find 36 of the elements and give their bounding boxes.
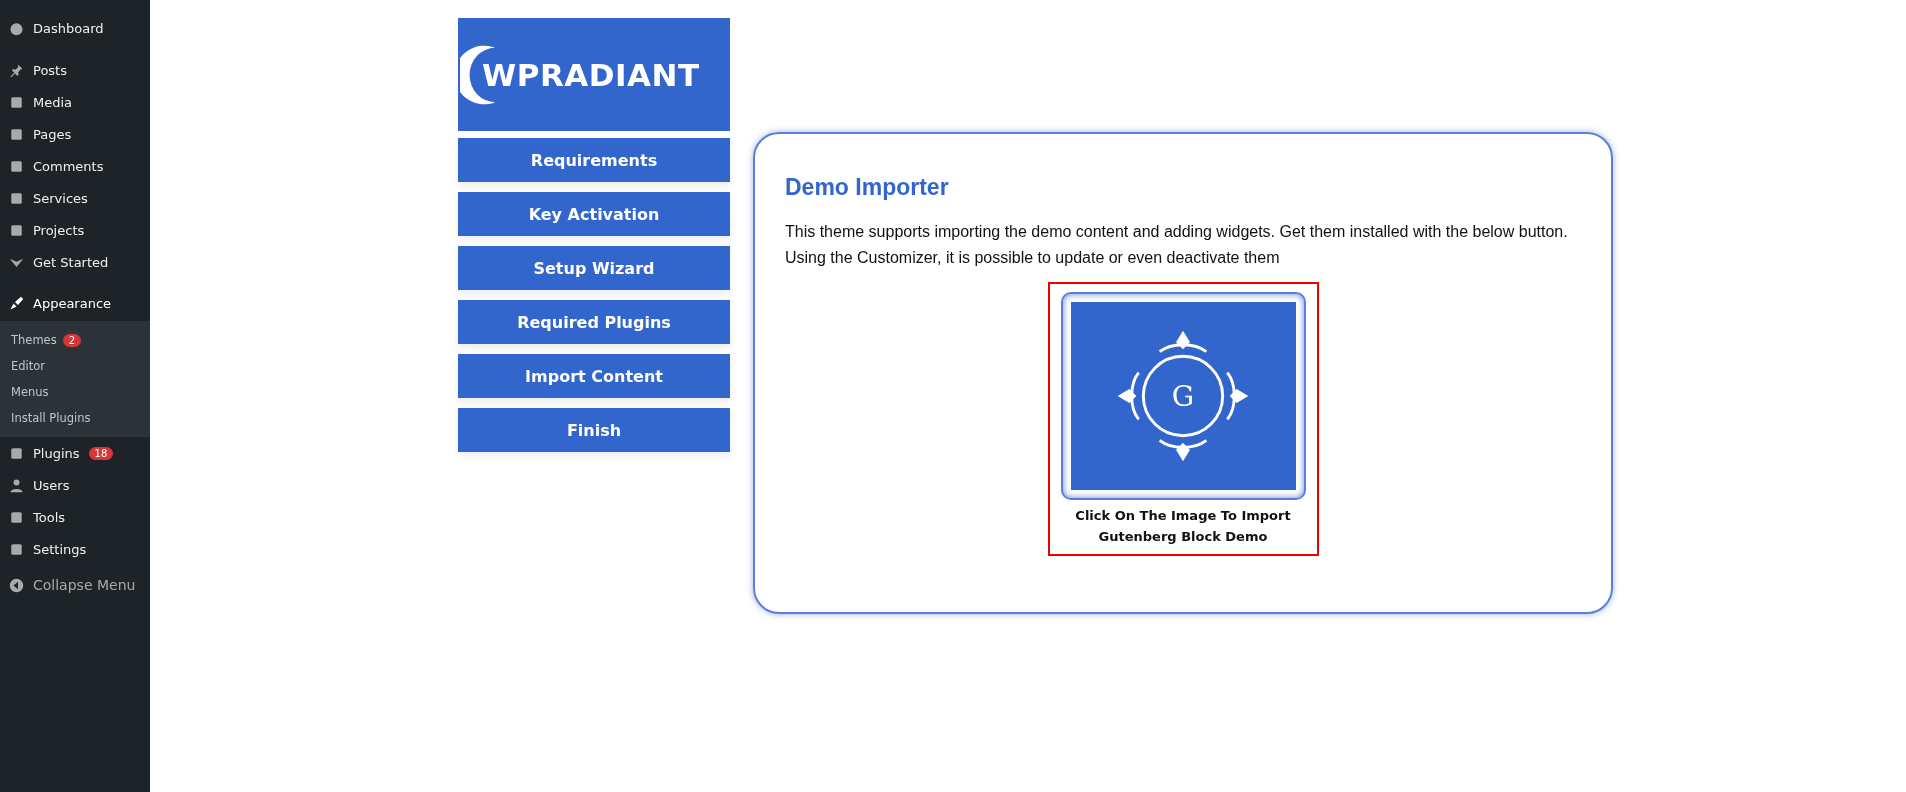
menu-item[interactable]: Tools bbox=[0, 501, 150, 533]
collapse-menu-button[interactable]: Collapse Menu bbox=[0, 569, 150, 601]
step-button[interactable]: Setup Wizard bbox=[458, 246, 730, 290]
submenu-item[interactable]: Themes 2 bbox=[0, 327, 150, 353]
count-badge: 18 bbox=[88, 446, 114, 460]
monogram-letter: G bbox=[1171, 379, 1195, 413]
step-button[interactable]: Import Content bbox=[458, 354, 730, 398]
count-badge: 2 bbox=[62, 333, 82, 347]
demo-caption: Click On The Image To Import Gutenberg Block Demo bbox=[1074, 507, 1292, 546]
menu-item[interactable]: Pages bbox=[0, 118, 150, 150]
demo-import-option[interactable]: G Click On The Image To Import Gutenberg Block Demo bbox=[1047, 282, 1319, 556]
menu-item[interactable]: Media bbox=[0, 86, 150, 118]
step-button[interactable]: Required Plugins bbox=[458, 300, 730, 344]
submenu-item[interactable]: Menus bbox=[0, 379, 150, 405]
submenu-item[interactable]: Install Plugins bbox=[0, 405, 150, 431]
demo-image-frame[interactable]: G bbox=[1060, 292, 1306, 501]
menu-item[interactable]: Dashboard bbox=[0, 12, 150, 44]
menu-item[interactable]: Settings bbox=[0, 533, 150, 565]
paintbrush-icon bbox=[9, 295, 24, 311]
menu-item[interactable]: Appearance bbox=[0, 287, 150, 319]
panel-description: This theme supports importing the demo content and adding widgets. Get them installed with the below button. Using the Customizer, it is possible to update or even deactivate them bbox=[785, 222, 1569, 268]
step-button[interactable]: Requirements bbox=[458, 138, 730, 182]
step-button[interactable]: Finish bbox=[458, 408, 730, 452]
menu-item[interactable]: Comments bbox=[0, 150, 150, 182]
logo: WPRADIANT bbox=[458, 18, 730, 131]
menu-item[interactable]: Plugins 18 bbox=[0, 437, 150, 469]
person-icon bbox=[9, 477, 24, 493]
pushpin-icon bbox=[9, 62, 24, 78]
menu-item[interactable]: Users bbox=[0, 469, 150, 501]
menu-item[interactable]: Posts bbox=[0, 54, 150, 86]
step-button[interactable]: Key Activation bbox=[458, 192, 730, 236]
panel-title: Demo Importer bbox=[785, 174, 949, 201]
menu-item[interactable]: Projects bbox=[0, 214, 150, 246]
menu-item[interactable]: Services bbox=[0, 182, 150, 214]
submenu-item[interactable]: Editor bbox=[0, 353, 150, 379]
menu-item[interactable]: Get Started bbox=[0, 246, 150, 278]
